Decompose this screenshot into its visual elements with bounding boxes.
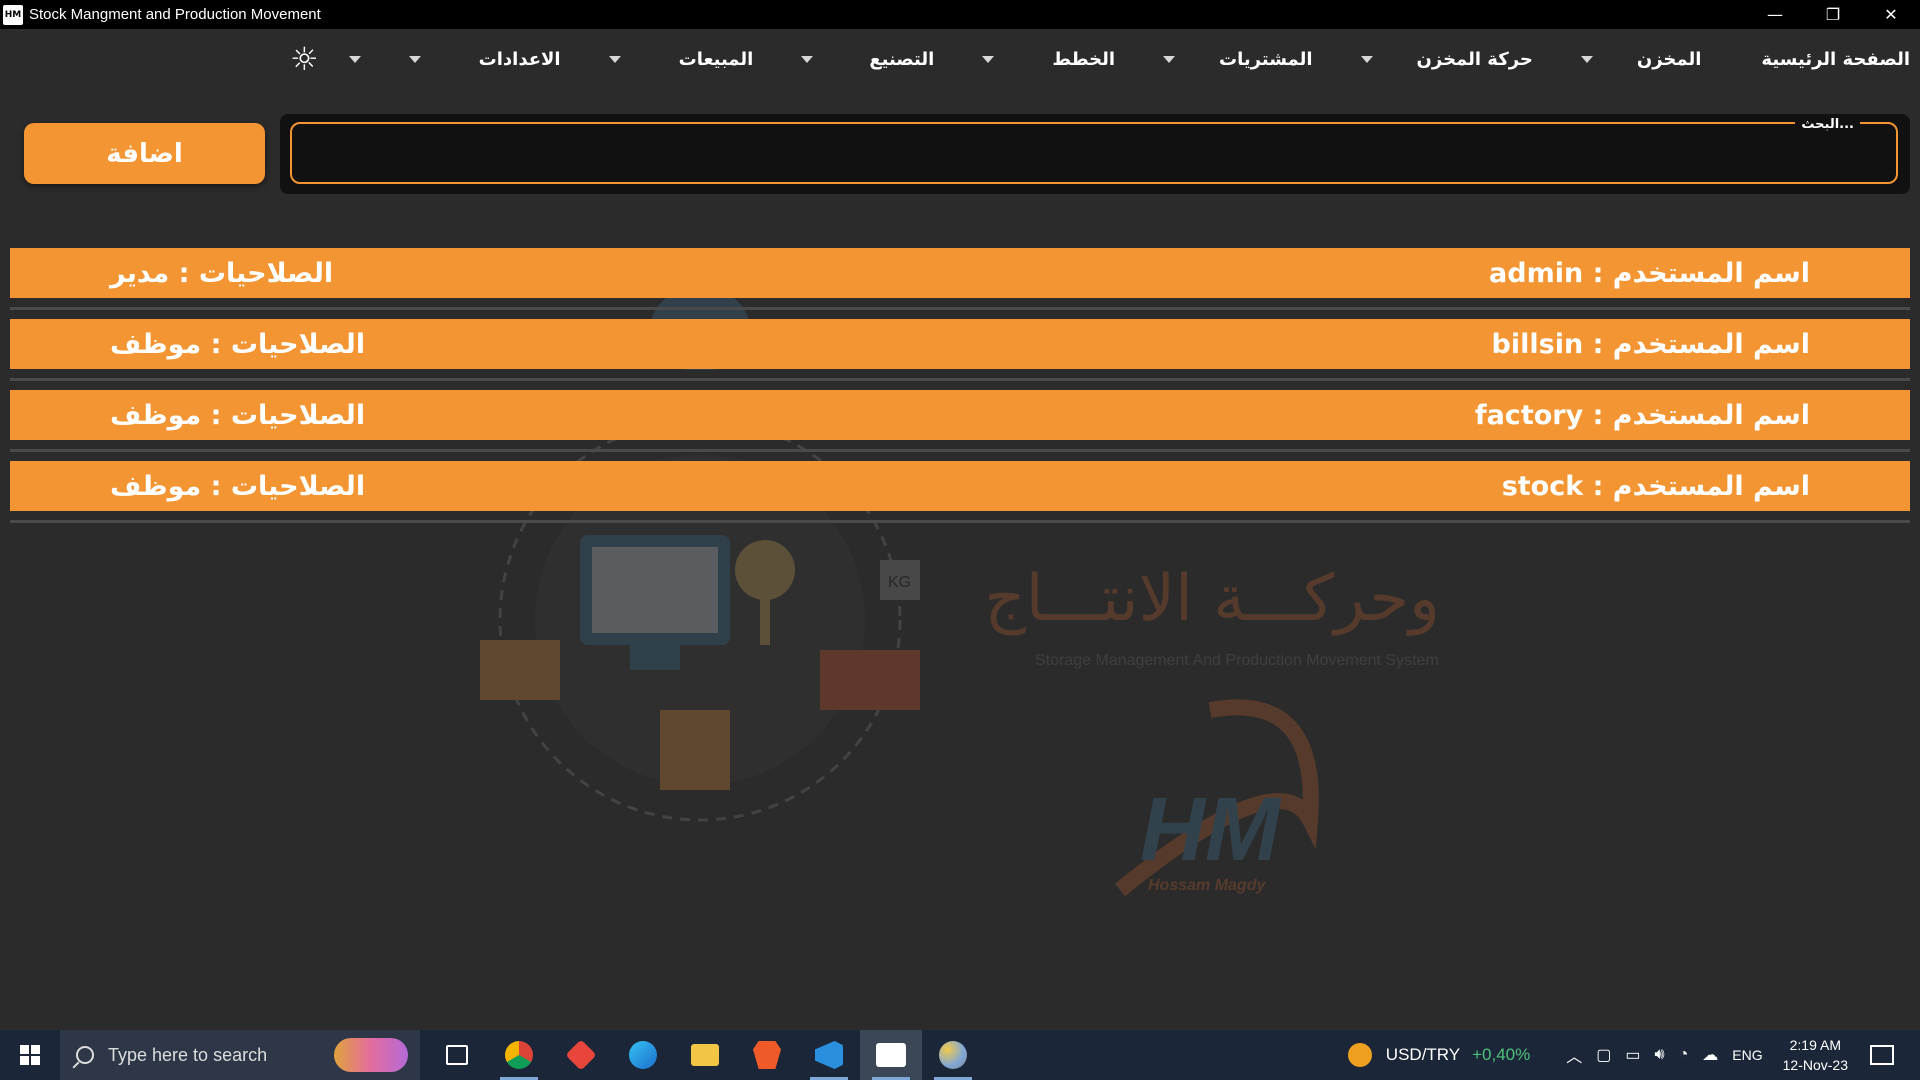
- notification-icon[interactable]: [1870, 1045, 1894, 1065]
- ticker-pair: USD/TRY: [1385, 1045, 1461, 1064]
- user-name: اسم المستخدم : billsin: [1491, 328, 1810, 360]
- search-highlight-icon: [334, 1038, 408, 1072]
- hm-app-icon[interactable]: [860, 1030, 922, 1080]
- menu-purchases-label: المشتريات: [1219, 48, 1313, 70]
- menu-home-label: الصفحة الرئيسية: [1761, 48, 1910, 70]
- menu-settings-label: الاعدادات: [478, 48, 561, 70]
- clock-time: 2:19 AM: [1789, 1037, 1841, 1053]
- main-menu: الصفحة الرئيسية المخزن حركة المخزن المشت…: [0, 29, 1920, 89]
- vscode-icon[interactable]: [798, 1030, 860, 1080]
- app-icon: HM: [3, 4, 23, 25]
- search-icon: [76, 1046, 94, 1064]
- wifi-icon[interactable]: ◔: [1679, 1046, 1689, 1064]
- menu-sales-label: المبيعات: [678, 48, 754, 70]
- chevron-down-icon: [1360, 55, 1373, 63]
- menu-stock-movement[interactable]: حركة المخزن: [1341, 49, 1533, 70]
- chevron-down-icon: [801, 55, 814, 63]
- git-icon[interactable]: [550, 1030, 612, 1080]
- battery-icon[interactable]: ▭: [1625, 1045, 1640, 1065]
- menu-plans-label: الخطط: [1052, 48, 1116, 70]
- minimize-button[interactable]: —: [1746, 0, 1804, 29]
- user-name: اسم المستخدم : stock: [1501, 470, 1810, 502]
- windows-icon: [20, 1045, 40, 1065]
- user-row[interactable]: اسم المستخدم : factory الصلاحيات : موظف: [10, 390, 1910, 452]
- chevron-down-icon: [1580, 55, 1593, 63]
- menu-stock-label: المخزن: [1636, 48, 1702, 70]
- menu-settings[interactable]: الاعدادات: [389, 49, 561, 70]
- watermark-author: Hossam Magdy: [1148, 877, 1266, 894]
- menu-manufacturing-label: التصنيع: [869, 48, 935, 70]
- window-title: Stock Mangment and Production Movement: [29, 6, 321, 23]
- close-button[interactable]: ✕: [1862, 0, 1920, 29]
- language-indicator[interactable]: ENG: [1732, 1047, 1762, 1063]
- title-bar: HM Stock Mangment and Production Movemen…: [0, 0, 1920, 29]
- ticker-widget[interactable]: USD/TRY +0,40%: [1347, 1043, 1531, 1067]
- taskbar: Type here to search USD/TRY +0,40% ︿ ▢ ▭…: [0, 1030, 1920, 1080]
- taskbar-search[interactable]: Type here to search: [60, 1030, 420, 1080]
- onedrive-icon[interactable]: ☁︎: [1702, 1045, 1718, 1065]
- system-tray: USD/TRY +0,40% ︿ ▢ ▭ 🔊︎ ◔ ☁︎ ENG 2:19 AM…: [1347, 1030, 1920, 1080]
- edge-icon[interactable]: [612, 1030, 674, 1080]
- start-button[interactable]: [0, 1030, 60, 1080]
- menu-home[interactable]: الصفحة الرئيسية: [1729, 49, 1910, 70]
- window-controls: — ❐ ✕: [1746, 0, 1920, 29]
- clock[interactable]: 2:19 AM 12-Nov-23: [1783, 1035, 1848, 1075]
- taskbar-search-placeholder: Type here to search: [108, 1044, 268, 1065]
- add-button[interactable]: اضافة: [24, 123, 265, 184]
- menu-plans[interactable]: الخطط: [962, 49, 1115, 70]
- restore-button[interactable]: ❐: [1804, 0, 1862, 29]
- chrome-icon[interactable]: [488, 1030, 550, 1080]
- clock-date: 12-Nov-23: [1782, 1057, 1848, 1073]
- theme-toggle[interactable]: ☼: [276, 43, 361, 75]
- menu-sales[interactable]: المبيعات: [589, 48, 754, 70]
- user-row[interactable]: اسم المستخدم : stock الصلاحيات : موظف: [10, 461, 1910, 523]
- user-permission: الصلاحيات : مدير: [110, 257, 334, 289]
- user-row[interactable]: اسم المستخدم : admin الصلاحيات : مدير: [10, 248, 1910, 310]
- sun-icon: ☼: [289, 40, 319, 78]
- currency-icon: [1347, 1043, 1372, 1067]
- menu-stock[interactable]: المخزن: [1561, 48, 1702, 70]
- search-label: البحث...: [1795, 117, 1860, 132]
- menu-manufacturing[interactable]: التصنيع: [781, 49, 934, 70]
- user-name: اسم المستخدم : admin: [1489, 257, 1810, 289]
- search-input[interactable]: [292, 124, 1896, 182]
- hm-logo: HM: [1140, 780, 1282, 880]
- user-permission: الصلاحيات : موظف: [110, 399, 366, 431]
- ticker-change: +0,40%: [1472, 1045, 1531, 1064]
- menu-stock-movement-label: حركة المخزن: [1416, 48, 1533, 70]
- chevron-down-icon: [982, 55, 995, 63]
- menu-purchases[interactable]: المشتريات: [1143, 48, 1313, 70]
- chevron-down-icon: [608, 55, 621, 63]
- watermark-subtitle: Storage Management And Production Moveme…: [1035, 652, 1439, 669]
- paint-icon[interactable]: [922, 1030, 984, 1080]
- users-list: اسم المستخدم : admin الصلاحيات : مدير اس…: [10, 248, 1910, 532]
- chevron-down-icon: [1163, 55, 1176, 63]
- search-field[interactable]: [290, 122, 1898, 184]
- chevron-down-icon: [408, 55, 421, 63]
- chevron-up-icon[interactable]: ︿: [1566, 1043, 1582, 1067]
- meet-now-icon[interactable]: ▢: [1596, 1045, 1611, 1065]
- user-name: اسم المستخدم : factory: [1474, 399, 1810, 431]
- brave-icon[interactable]: [736, 1030, 798, 1080]
- user-permission: الصلاحيات : موظف: [110, 328, 366, 360]
- chevron-down-icon: [348, 55, 361, 63]
- file-explorer-icon[interactable]: [674, 1030, 736, 1080]
- search-container: البحث...: [280, 114, 1910, 194]
- kg-label: KG: [888, 574, 911, 591]
- user-row[interactable]: اسم المستخدم : billsin الصلاحيات : موظف: [10, 319, 1910, 381]
- task-view-icon[interactable]: [426, 1030, 488, 1080]
- volume-icon[interactable]: 🔊︎: [1655, 1046, 1665, 1064]
- taskbar-apps: [426, 1030, 984, 1080]
- watermark-title: وحركـــة الانتـــاج: [984, 562, 1440, 636]
- user-permission: الصلاحيات : موظف: [110, 470, 366, 502]
